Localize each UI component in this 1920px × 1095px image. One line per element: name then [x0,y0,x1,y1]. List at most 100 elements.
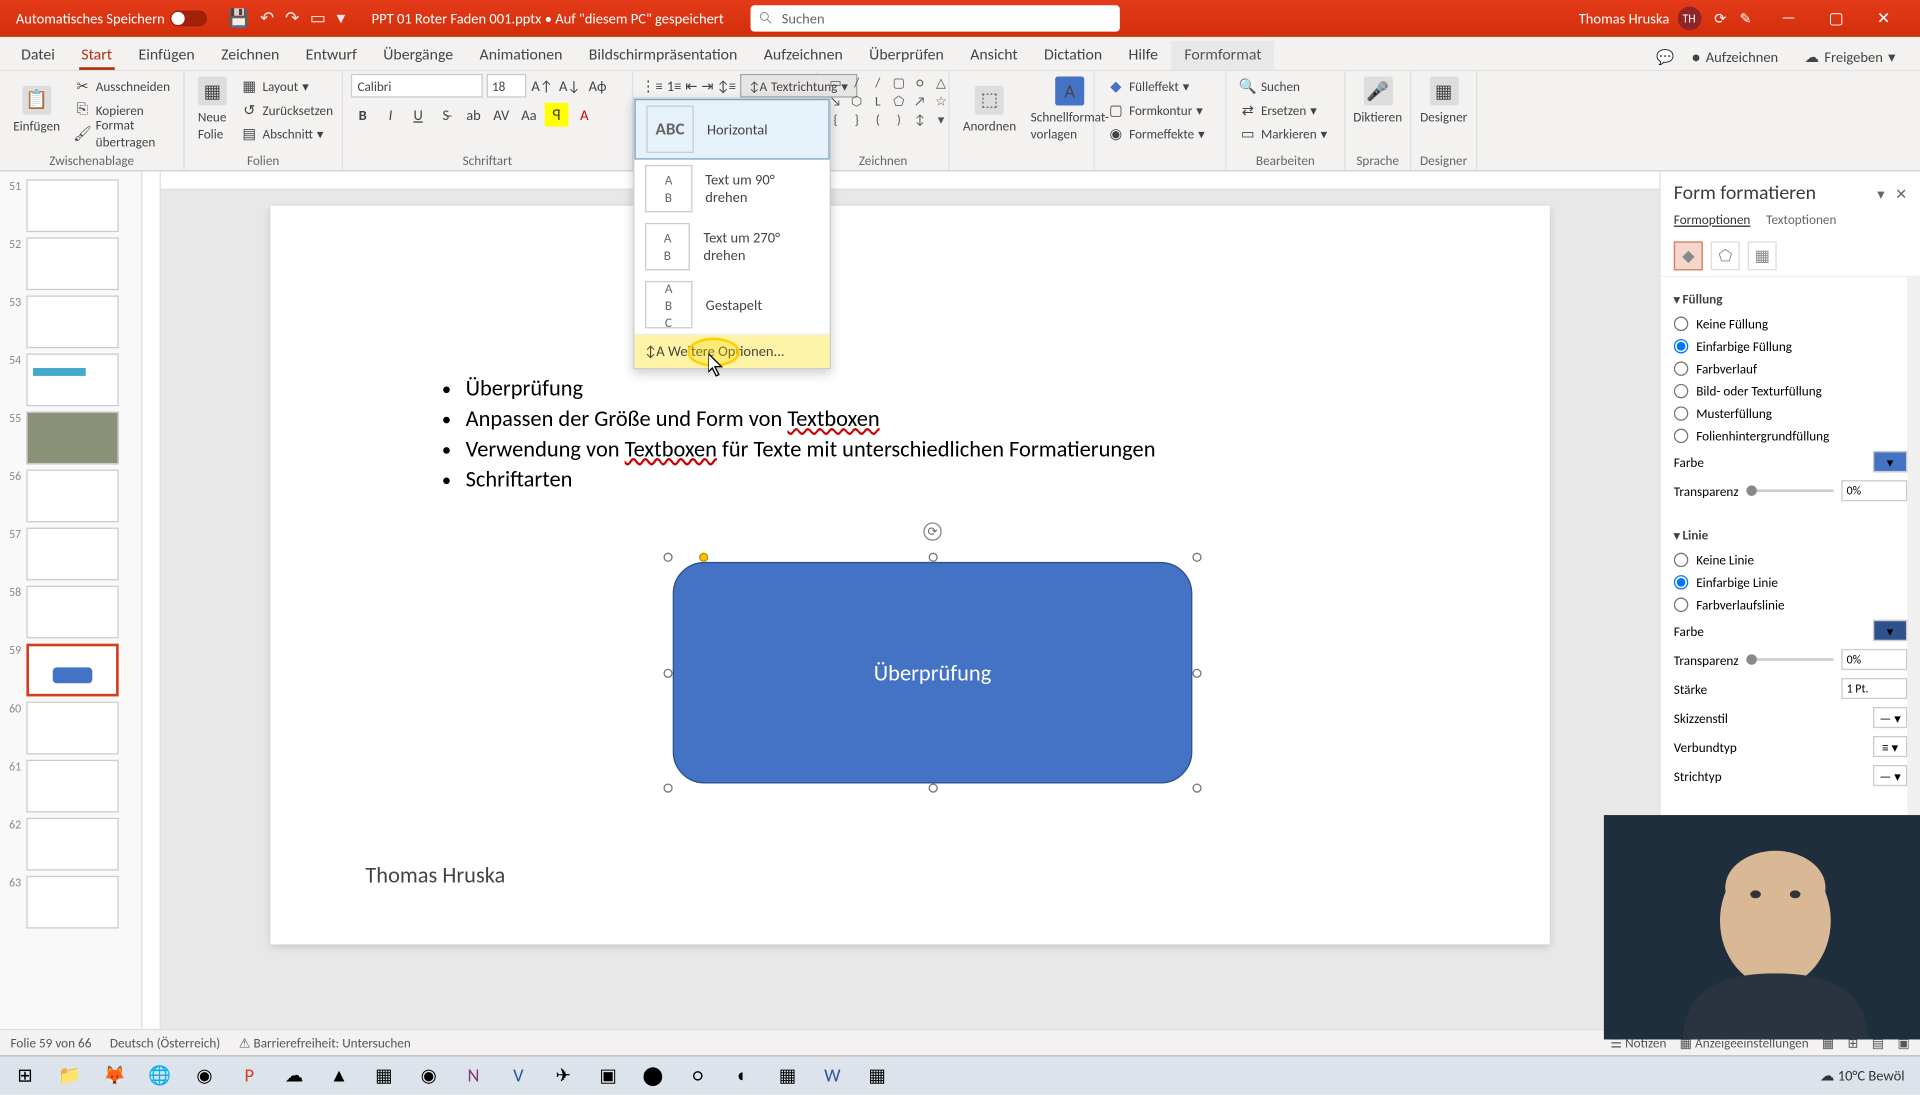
powerpoint-icon[interactable]: P [230,1058,270,1092]
thumb-61[interactable] [26,760,118,813]
fill-gradient-radio[interactable]: Farbverlauf [1674,357,1907,379]
tab-ueberpruefen[interactable]: Überprüfen [856,41,957,70]
autosave-toggle[interactable]: Automatisches Speichern [5,10,217,27]
thumb-55[interactable] [26,412,118,465]
textdir-more-options[interactable]: ↕A Weitere Optionen... [634,334,829,368]
app6-icon[interactable]: ◐ [723,1058,763,1092]
reset-button[interactable]: ↺Zurücksetzen [236,98,337,122]
document-title[interactable]: PPT 01 Roter Faden 001.pptx • Auf "diese… [356,10,740,27]
linespacing-button[interactable]: ↕≡ [718,74,737,98]
layout-button[interactable]: ▦Layout ▾ [236,74,337,98]
line-color-swatch[interactable]: ▾ [1873,620,1907,641]
bold-button[interactable]: B [351,103,375,127]
app-icon[interactable]: ☁ [274,1058,314,1092]
chrome-icon[interactable]: 🌐 [140,1058,180,1092]
shrink-font-icon[interactable]: A↓ [558,74,582,98]
share-button[interactable]: ☁ Freigeben ▾ [1795,45,1904,70]
line-transp-slider[interactable] [1746,658,1833,661]
cut-button[interactable]: ✂Ausschneiden [69,74,175,98]
tips-icon[interactable]: ✎ [1739,10,1751,27]
thumb-56[interactable] [26,470,118,523]
shape-effects-button[interactable]: ◉Formeffekte ▾ [1103,121,1218,145]
word-icon[interactable]: W [813,1058,853,1092]
language-status[interactable]: Deutsch (Österreich) [110,1034,220,1051]
line-gradient-radio[interactable]: Farbverlaufslinie [1674,594,1907,616]
slide-counter[interactable]: Folie 59 von 66 [11,1034,92,1051]
tab-entwurf[interactable]: Entwurf [292,41,370,70]
comments-icon[interactable]: 💬 [1656,49,1674,66]
start-icon[interactable]: ▭ [310,9,326,29]
line-none-radio[interactable]: Keine Linie [1674,549,1907,571]
tab-animationen[interactable]: Animationen [466,41,575,70]
tab-datei[interactable]: Datei [8,41,68,70]
search-box[interactable]: Suchen [750,5,1119,31]
rounded-rect-shape[interactable]: Überprüfung [673,562,1193,784]
sync-icon[interactable]: ⟳ [1714,10,1726,27]
author-text[interactable]: Thomas Hruska [365,861,505,889]
app3-icon[interactable]: ◉ [409,1058,449,1092]
pane-close-icon[interactable]: ✕ [1895,185,1907,202]
tab-bildschirm[interactable]: Bildschirmpräsentation [576,41,751,70]
close-button[interactable]: ✕ [1860,0,1907,37]
tab-start[interactable]: Start [68,41,125,70]
accessibility-status[interactable]: ⚠ Barrierefreiheit: Untersuchen [239,1034,411,1051]
app2-icon[interactable]: ▦ [364,1058,404,1092]
compound-type[interactable]: ≡ ▾ [1873,736,1907,757]
bullet-list[interactable]: Überprüfung Anpassen der Größe und Form … [442,375,1156,496]
save-icon[interactable]: 💾 [228,9,249,29]
strike-button[interactable]: S̶ [434,103,458,127]
tab-hilfe[interactable]: Hilfe [1115,41,1171,70]
textdir-horizontal[interactable]: ABCHorizontal [634,99,829,160]
italic-button[interactable]: I [379,103,403,127]
telegram-icon[interactable]: ✈ [543,1058,583,1092]
highlight-button[interactable]: ꟼ [545,103,569,127]
shape-fill-button[interactable]: ◆Fülleffekt ▾ [1103,74,1218,98]
weather-widget[interactable]: ☁ 10°C Bewöl [1820,1067,1905,1084]
numbering-button[interactable]: 1≡ [667,74,682,98]
fill-picture-radio[interactable]: Bild- oder Texturfüllung [1674,380,1907,402]
thumb-60[interactable] [26,702,118,755]
effects-icon[interactable]: ⬠ [1711,241,1740,270]
visio-icon[interactable]: V [499,1058,539,1092]
tab-einfuegen[interactable]: Einfügen [125,41,208,70]
app7-icon[interactable]: ▦ [768,1058,808,1092]
edge-icon[interactable]: ◉ [185,1058,225,1092]
textdir-stacked[interactable]: ABCGestapelt [634,276,829,334]
firefox-icon[interactable]: 🦊 [95,1058,135,1092]
select-button[interactable]: ▭Markieren ▾ [1235,121,1337,145]
fill-line-icon[interactable]: ◆ [1674,241,1703,270]
obs-icon[interactable]: ⬤ [633,1058,673,1092]
explorer-icon[interactable]: 📁 [50,1058,90,1092]
record-button[interactable]: ● Aufzeichnen [1682,45,1787,70]
dash-type[interactable]: — ▾ [1873,765,1907,786]
pane-options-icon[interactable]: ▾ [1877,185,1884,202]
toggle-switch[interactable] [170,11,207,27]
undo-icon[interactable]: ↶ [260,9,274,29]
paste-button[interactable]: 📋Einfügen [8,82,65,136]
rotate-handle[interactable]: ⟳ [923,522,941,540]
start-button[interactable]: ⊞ [5,1058,45,1092]
textdir-rot270[interactable]: ABText um 270° drehen [634,218,829,276]
font-size[interactable]: 18 [487,74,527,98]
tab-uebergaenge[interactable]: Übergänge [370,41,466,70]
thumb-52[interactable] [26,237,118,290]
onenote-icon[interactable]: N [454,1058,494,1092]
thumb-63[interactable] [26,876,118,929]
arrange-button[interactable]: ⬚Anordnen [958,82,1022,136]
line-solid-radio[interactable]: Einfarbige Linie [1674,571,1907,593]
clear-format-icon[interactable]: Aϕ [586,74,610,98]
thumb-57[interactable] [26,528,118,581]
fill-pattern-radio[interactable]: Musterfüllung [1674,402,1907,424]
dictate-button[interactable]: 🎤Diktieren [1353,74,1402,128]
fill-transp-value[interactable]: 0% [1841,480,1907,501]
indent-button[interactable]: ⇥ [701,74,713,98]
user-account[interactable]: Thomas Hruska TH [1579,7,1701,31]
replace-button[interactable]: ⇄Ersetzen ▾ [1235,98,1337,122]
bullets-button[interactable]: ⋮≡ [641,74,663,98]
thumb-51[interactable] [26,179,118,232]
shapes-gallery[interactable]: ▭//▢○△ ↘⬡L⬠↗☆ {}()↕▾ [826,74,941,128]
thumb-59[interactable] [26,644,118,697]
format-painter-button[interactable]: 🖌Format übertragen [69,121,175,145]
fill-transp-slider[interactable] [1746,489,1833,492]
spacing-button[interactable]: AV [489,103,513,127]
